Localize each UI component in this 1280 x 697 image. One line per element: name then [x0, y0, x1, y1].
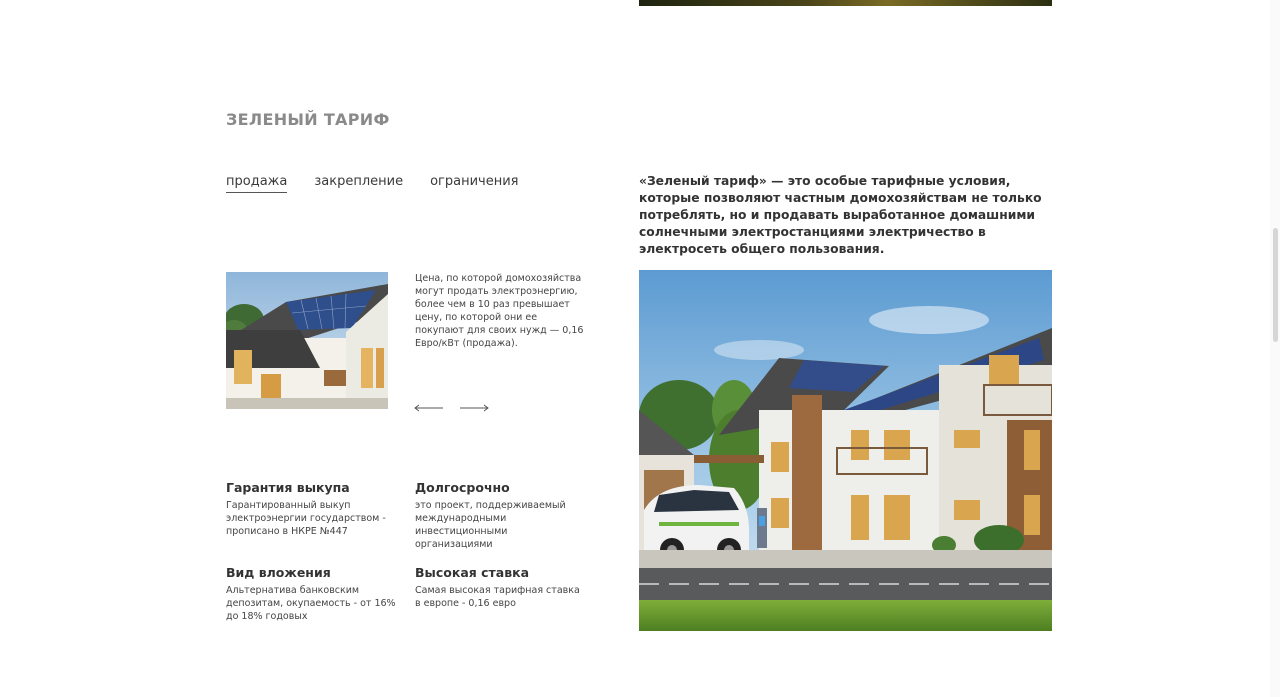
previous-section-image-strip — [639, 0, 1052, 6]
green-tariff-intro: «Зеленый тариф» — это особые тарифные ус… — [639, 174, 1042, 256]
slide-house-image — [226, 272, 388, 409]
tariff-tabs: продажа закрепление ограничения — [226, 174, 518, 193]
feature-title: Гарантия выкупа — [226, 480, 350, 495]
tab-sale[interactable]: продажа — [226, 174, 288, 193]
page-scrollbar[interactable] — [1270, 0, 1280, 697]
feature-text: это проект, поддерживаемый международным… — [415, 500, 566, 550]
feature-title: Высокая ставка — [415, 565, 530, 580]
feature-text: Гарантированный выкуп электроэнергии гос… — [226, 500, 386, 537]
section-title: ЗЕЛЕНЫЙ ТАРИФ — [226, 110, 390, 129]
feature-investment-type: Вид вложения Альтернатива банковским деп… — [226, 565, 396, 623]
feature-high-rate: Высокая ставка Самая высокая тарифная ст… — [415, 565, 585, 610]
main-house-image — [639, 270, 1052, 631]
feature-text: Альтернатива банковским депозитам, окупа… — [226, 585, 396, 622]
feature-long-term: Долгосрочно это проект, поддерживаемый м… — [415, 480, 585, 551]
tab-restrictions[interactable]: ограничения — [430, 174, 518, 193]
feature-text: Самая высокая тарифная ставка в европе -… — [415, 585, 580, 609]
arrow-left-icon[interactable] — [414, 400, 444, 416]
scrollbar-thumb[interactable] — [1273, 228, 1278, 342]
slide-description: Цена, по которой домохозяйства могут про… — [415, 273, 584, 349]
arrow-right-icon[interactable] — [459, 400, 489, 416]
feature-title: Долгосрочно — [415, 480, 510, 495]
feature-buyback-guarantee: Гарантия выкупа Гарантированный выкуп эл… — [226, 480, 396, 538]
feature-title: Вид вложения — [226, 565, 331, 580]
tab-fixation[interactable]: закрепление — [314, 174, 403, 193]
